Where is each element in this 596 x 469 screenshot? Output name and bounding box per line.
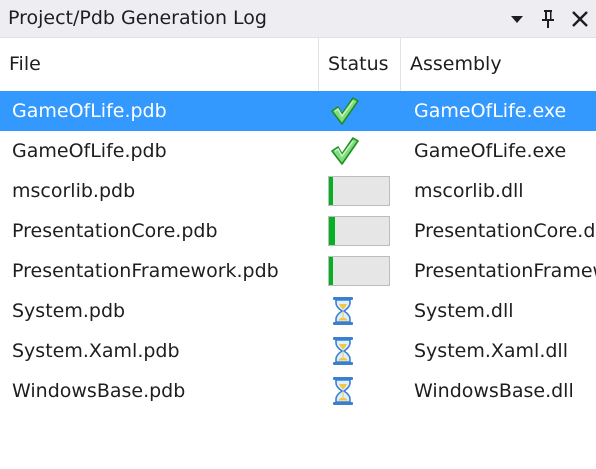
progress-fill <box>329 217 335 245</box>
column-header-file[interactable]: File <box>0 38 319 91</box>
title-bar: Project/Pdb Generation Log <box>0 0 596 38</box>
pin-button[interactable] <box>537 7 559 31</box>
progress-fill <box>329 257 333 285</box>
status-cell <box>328 131 392 171</box>
progress-bar <box>328 176 390 206</box>
table-row[interactable]: GameOfLife.pdb GameOfLife.exe <box>0 131 596 171</box>
checkmark-icon <box>331 97 359 125</box>
table-row[interactable]: GameOfLife.pdb GameOfLife.exe <box>0 91 596 131</box>
status-cell <box>328 331 392 371</box>
file-name-cell: GameOfLife.pdb <box>12 140 167 162</box>
file-name-cell: PresentationFramework.pdb <box>12 260 279 282</box>
column-header-assembly[interactable]: Assembly <box>401 38 596 91</box>
table-row[interactable]: PresentationFramework.pdb PresentationFra… <box>0 251 596 291</box>
table-row[interactable]: System.pdb System.dll <box>0 291 596 331</box>
log-list: GameOfLife.pdb GameOfLife.exe GameOfLife.p… <box>0 91 596 411</box>
chevron-down-icon <box>511 16 523 23</box>
window-title: Project/Pdb Generation Log <box>8 7 267 29</box>
progress-fill <box>329 177 333 205</box>
file-name-cell: System.Xaml.pdb <box>12 340 180 362</box>
pdb-generation-log-window: Project/Pdb Generation Log File Status A… <box>0 0 596 469</box>
column-header-row: File Status Assembly <box>0 38 596 92</box>
table-row[interactable]: mscorlib.pdb mscorlib.dll <box>0 171 596 211</box>
status-cell <box>328 211 392 251</box>
hourglass-icon <box>333 337 353 365</box>
assembly-name-cell: WindowsBase.dll <box>414 380 574 402</box>
hourglass-icon <box>333 377 353 405</box>
progress-bar <box>328 216 390 246</box>
hourglass-icon <box>333 297 353 325</box>
file-name-cell: mscorlib.pdb <box>12 180 136 202</box>
file-name-cell: WindowsBase.pdb <box>12 380 186 402</box>
progress-bar <box>328 256 390 286</box>
checkmark-icon <box>331 137 359 165</box>
close-icon <box>572 11 588 27</box>
table-row[interactable]: System.Xaml.pdb System.Xaml.dll <box>0 331 596 371</box>
assembly-name-cell: GameOfLife.exe <box>414 100 567 122</box>
status-cell <box>328 91 392 131</box>
status-cell <box>328 251 392 291</box>
pin-icon <box>542 10 554 28</box>
file-name-cell: PresentationCore.pdb <box>12 220 218 242</box>
table-row[interactable]: PresentationCore.pdb PresentationCore.dll <box>0 211 596 251</box>
assembly-name-cell: System.Xaml.dll <box>414 340 568 362</box>
assembly-name-cell: System.dll <box>414 300 514 322</box>
status-cell <box>328 371 392 411</box>
column-header-status[interactable]: Status <box>319 38 401 91</box>
close-button[interactable] <box>569 7 591 31</box>
status-cell <box>328 291 392 331</box>
file-name-cell: GameOfLife.pdb <box>12 100 167 122</box>
status-cell <box>328 171 392 211</box>
assembly-name-cell: PresentationCore.dll <box>414 220 596 242</box>
assembly-name-cell: GameOfLife.exe <box>414 140 567 162</box>
window-menu-button[interactable] <box>506 7 528 31</box>
assembly-name-cell: mscorlib.dll <box>414 180 524 202</box>
table-row[interactable]: WindowsBase.pdb WindowsBase.dll <box>0 371 596 411</box>
assembly-name-cell: PresentationFramework.dll <box>414 260 596 282</box>
file-name-cell: System.pdb <box>12 300 126 322</box>
